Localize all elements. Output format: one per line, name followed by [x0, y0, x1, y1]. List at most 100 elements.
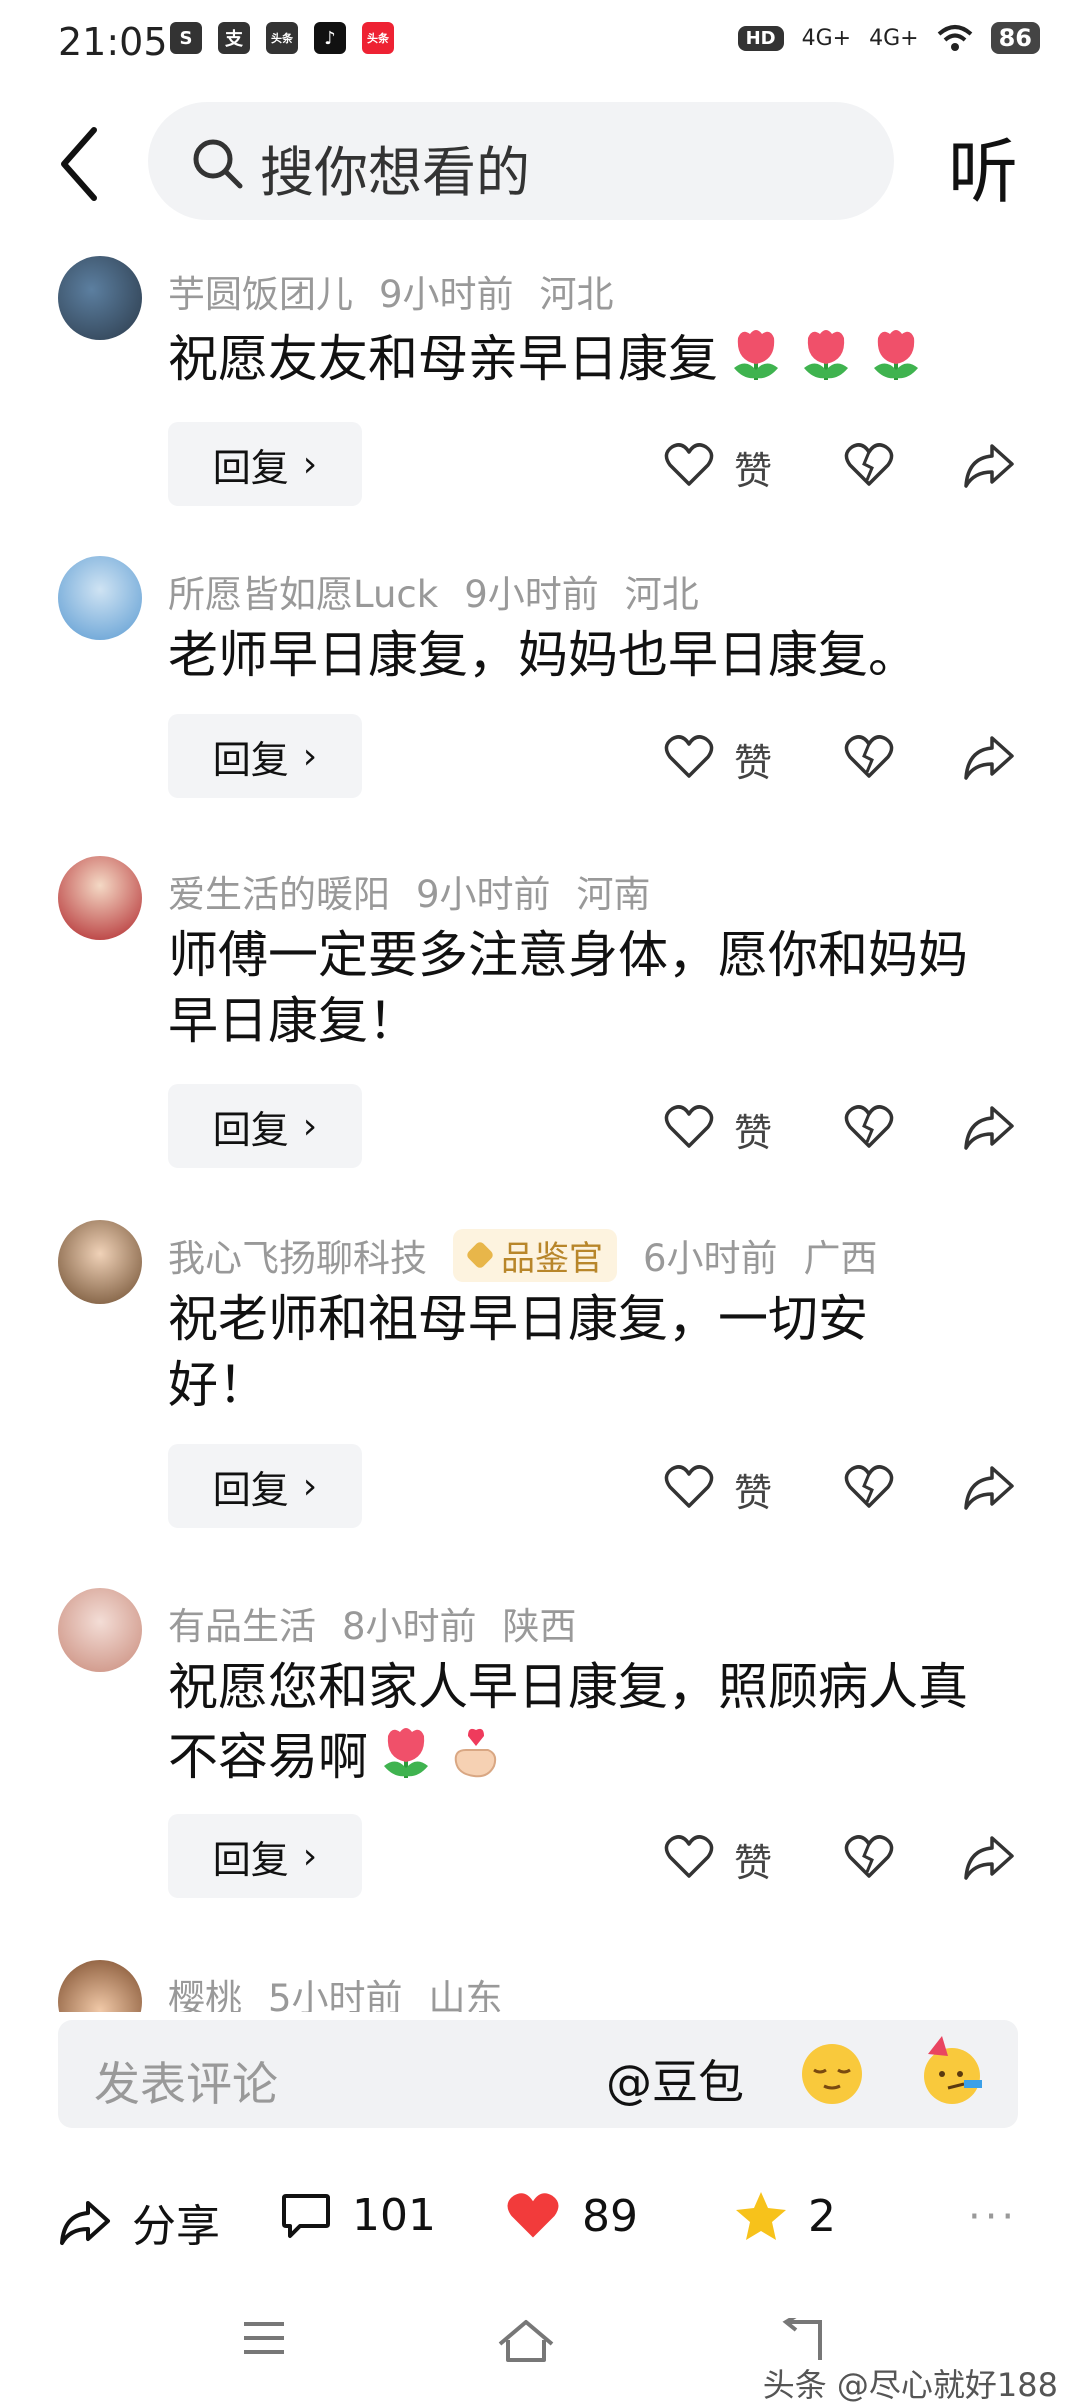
like-count: 89 — [582, 2190, 638, 2242]
wifi-icon — [937, 25, 972, 51]
comment-input[interactable]: 发表评论 @豆包 — [58, 2020, 1018, 2128]
reply-button[interactable]: 回复 › — [168, 1444, 362, 1528]
mention-doubao-button[interactable]: @豆包 — [606, 2046, 744, 2112]
reply-label: 回复 — [212, 1837, 289, 1882]
party-face-emoji-icon[interactable] — [914, 2034, 990, 2110]
broken-heart-icon[interactable] — [844, 1834, 894, 1880]
share-label: 分享 — [132, 2201, 220, 2252]
avatar[interactable] — [58, 1960, 142, 2012]
broken-heart-icon[interactable] — [844, 442, 894, 488]
chevron-right-icon: › — [302, 1835, 318, 1877]
comment-actions: 回复 › 赞 — [0, 1084, 1080, 1168]
comment-actions: 回复 › 赞 — [0, 1444, 1080, 1528]
status-app-icon: 头条 — [266, 22, 298, 54]
reply-button[interactable]: 回复 › — [168, 714, 362, 798]
signal-icon-2: 4G+ — [869, 25, 919, 51]
home-icon[interactable] — [496, 2318, 556, 2364]
comment-actions: 回复 › 赞 — [0, 714, 1080, 798]
badge-label: 品鉴官 — [501, 1238, 603, 1279]
heart-icon[interactable] — [664, 442, 714, 488]
back-arrow-icon[interactable] — [52, 124, 112, 204]
like-count-button[interactable]: 89 — [504, 2190, 638, 2242]
share-arrow-icon[interactable] — [962, 1462, 1016, 1512]
share-arrow-icon[interactable] — [962, 440, 1016, 490]
watermark: 头条 @尽心就好188 — [762, 2366, 1058, 2404]
tulip-emoji-icon — [804, 330, 848, 380]
more-options-icon[interactable]: ··· — [968, 2194, 1018, 2240]
comment-location: 河北 — [539, 273, 614, 316]
broken-heart-icon[interactable] — [844, 1104, 894, 1150]
comment-location: 河北 — [624, 573, 699, 616]
hd-icon: HD — [737, 25, 784, 51]
search-placeholder: 搜你想看的 — [260, 141, 530, 204]
avatar[interactable] — [58, 1220, 142, 1304]
status-app-icon: 头条 — [362, 22, 394, 54]
comment-username[interactable]: 芋圆饭团儿 — [168, 264, 353, 318]
comment-time: 9小时前 — [379, 273, 514, 316]
comment-location: 陕西 — [502, 1605, 577, 1648]
comment-count-button[interactable]: 101 — [280, 2190, 436, 2241]
comment-actions: 回复 › 赞 — [0, 1814, 1080, 1898]
reply-button[interactable]: 回复 › — [168, 1084, 362, 1168]
search-bar[interactable]: 搜你想看的 — [148, 102, 894, 220]
status-app-icon: 支 — [218, 22, 250, 54]
listen-button[interactable]: 听 — [948, 116, 1018, 217]
heart-icon[interactable] — [664, 1104, 714, 1150]
battery-indicator: 86 — [990, 22, 1040, 54]
favorite-count-button[interactable]: 2 — [734, 2190, 836, 2242]
comment-time: 6小时前 — [643, 1237, 778, 1280]
heart-icon[interactable] — [664, 1464, 714, 1510]
avatar[interactable] — [58, 856, 142, 940]
relieved-face-emoji-icon[interactable] — [798, 2040, 866, 2108]
share-arrow-icon — [60, 2201, 110, 2245]
like-label[interactable]: 赞 — [734, 1832, 772, 1887]
back-nav-icon[interactable] — [776, 2318, 828, 2364]
broken-heart-icon[interactable] — [844, 1464, 894, 1510]
comment-text-content: 祝愿您和家人早日康复，照顾病人真不容易啊 — [168, 1658, 968, 1786]
avatar[interactable] — [58, 1588, 142, 1672]
status-indicators: HD 4G+ 4G+ 86 — [737, 22, 1040, 54]
reply-button[interactable]: 回复 › — [168, 1814, 362, 1898]
comment-username[interactable]: 有品生活 — [168, 1596, 316, 1650]
avatar[interactable] — [58, 556, 142, 640]
comment-text: 祝愿友友和母亲早日康复 — [168, 322, 998, 392]
comment-username[interactable]: 爱生活的暖阳 — [168, 864, 390, 918]
reply-button[interactable]: 回复 › — [168, 422, 362, 506]
star-filled-icon — [736, 2192, 786, 2240]
share-arrow-icon[interactable] — [962, 732, 1016, 782]
tulip-emoji-icon — [874, 330, 918, 380]
broken-heart-icon[interactable] — [844, 734, 894, 780]
badge-icon — [465, 1240, 495, 1270]
avatar[interactable] — [58, 256, 142, 340]
share-arrow-icon[interactable] — [962, 1102, 1016, 1152]
comment-time: 8小时前 — [342, 1605, 477, 1648]
like-label[interactable]: 赞 — [734, 732, 772, 787]
comment-meta: 芋圆饭团儿 9小时前 河北 — [168, 264, 640, 318]
like-label[interactable]: 赞 — [734, 1462, 772, 1517]
tulip-emoji-icon — [384, 1728, 428, 1778]
status-bar: 21:05 S 支 头条 ♪ 头条 HD 4G+ 4G+ 86 — [0, 0, 1080, 80]
favorite-count: 2 — [808, 2190, 836, 2242]
chevron-right-icon: › — [302, 443, 318, 485]
like-label[interactable]: 赞 — [734, 440, 772, 495]
reply-label: 回复 — [212, 737, 289, 782]
comment-username[interactable]: 樱桃 — [168, 1968, 242, 2012]
comment-username[interactable]: 所愿皆如愿Luck — [168, 564, 438, 618]
comment-username[interactable]: 我心飞扬聊科技 — [168, 1228, 427, 1282]
comment-time: 9小时前 — [416, 873, 551, 916]
heart-icon[interactable] — [664, 1834, 714, 1880]
menu-icon[interactable] — [240, 2318, 288, 2358]
comment-location: 河南 — [576, 873, 651, 916]
share-arrow-icon[interactable] — [962, 1832, 1016, 1882]
comment-meta: 所愿皆如愿Luck 9小时前 河北 — [168, 564, 725, 618]
comment-text: 老师早日康复，妈妈也早日康复。 — [168, 626, 918, 684]
top-header: 搜你想看的 听 — [0, 96, 1080, 226]
reply-label: 回复 — [212, 1467, 289, 1512]
like-label[interactable]: 赞 — [734, 1102, 772, 1157]
heart-icon[interactable] — [664, 734, 714, 780]
comment-text: 师傅一定要多注意身体，愿你和妈妈早日康复！ — [168, 926, 968, 1050]
expert-badge[interactable]: 品鉴官 — [453, 1228, 617, 1282]
search-icon — [193, 139, 243, 189]
reply-label: 回复 — [212, 445, 289, 490]
share-button[interactable]: 分享 — [58, 2190, 220, 2254]
